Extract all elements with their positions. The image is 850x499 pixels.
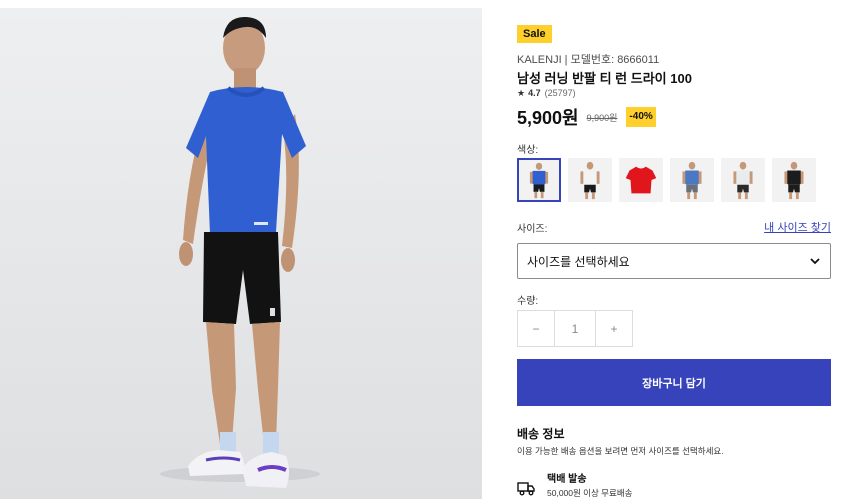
chevron-down-icon: [810, 258, 820, 265]
price-row: 5,900원 9,900원 -40%: [517, 104, 656, 130]
shipping-note: 이용 가능한 배송 옵션을 보려면 먼저 사이즈를 선택하세요.: [517, 446, 724, 456]
free-shipping-condition: 50,000원 이상 무료배송: [547, 488, 633, 498]
rating[interactable]: ★ 4.7 (25797): [517, 88, 576, 99]
color-label: 색상:: [517, 145, 539, 156]
color-swatch-blue[interactable]: [517, 158, 561, 202]
swatch-thumbnail: [519, 160, 559, 200]
color-swatch-white-grey[interactable]: [721, 158, 765, 202]
product-title: 남성 러닝 반팔 티 런 드라이 100: [517, 71, 692, 86]
swatch-thumbnail: [671, 159, 713, 201]
brand-model-line: KALENJI | 모델번호: 8666011: [517, 54, 660, 66]
current-price: 5,900원: [517, 108, 579, 128]
add-to-cart-button[interactable]: 장바구니 담기: [517, 359, 831, 406]
color-swatch-red[interactable]: [619, 158, 663, 202]
star-icon: ★: [517, 88, 526, 98]
quantity-decrease-button[interactable]: −: [517, 310, 555, 347]
swatch-thumbnail: [569, 159, 611, 201]
discount-badge: -40%: [626, 107, 656, 127]
quantity-label: 수량:: [517, 296, 539, 307]
review-count: (25797): [544, 88, 576, 98]
size-label: 사이즈:: [517, 224, 548, 235]
quantity-stepper: − 1 +: [517, 310, 633, 347]
color-swatch-blue-grey[interactable]: [670, 158, 714, 202]
shipping-method: 택배 발송: [547, 474, 587, 485]
color-swatch-white-black[interactable]: [568, 158, 612, 202]
size-guide-link[interactable]: 내 사이즈 찾기: [764, 219, 831, 235]
size-select[interactable]: 사이즈를 선택하세요: [517, 243, 831, 279]
shipping-title: 배송 정보: [517, 427, 565, 441]
quantity-input[interactable]: 1: [555, 310, 595, 347]
color-swatch-black[interactable]: [772, 158, 816, 202]
original-price: 9,900원: [586, 112, 618, 123]
product-info-panel: Sale KALENJI | 모델번호: 8666011 남성 러닝 반팔 티 …: [517, 0, 831, 499]
truck-icon: [517, 482, 535, 496]
swatch-thumbnail: [773, 159, 815, 201]
model-illustration: [0, 8, 482, 499]
swatch-thumbnail: [722, 159, 764, 201]
rating-score: 4.7: [528, 88, 541, 98]
quantity-increase-button[interactable]: +: [595, 310, 633, 347]
size-select-value: 사이즈를 선택하세요: [527, 254, 630, 269]
color-swatches: [517, 158, 823, 202]
sale-badge: Sale: [517, 25, 552, 43]
swatch-thumbnail: [620, 159, 662, 201]
product-image: [0, 8, 482, 499]
